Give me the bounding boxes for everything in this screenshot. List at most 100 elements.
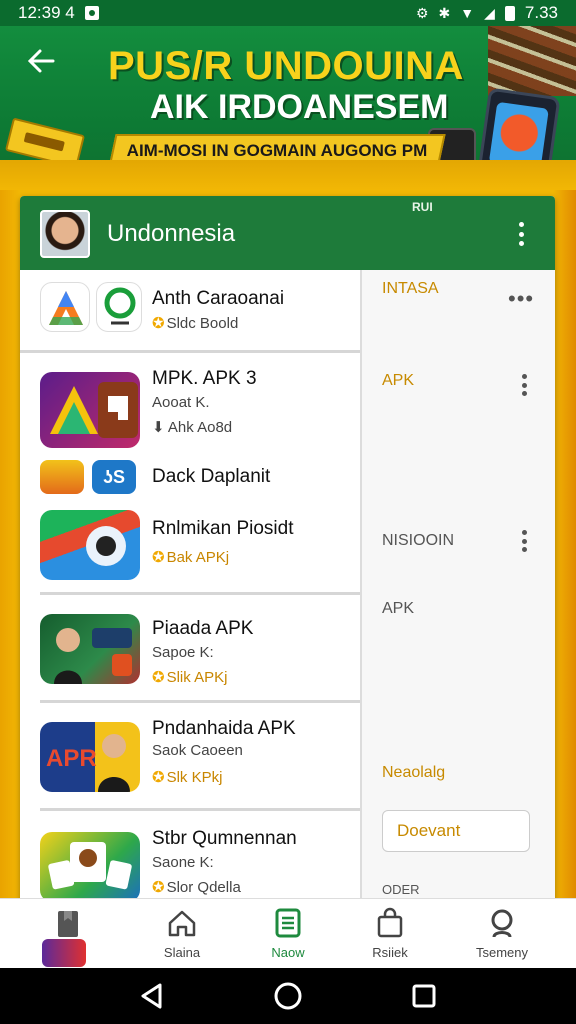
decor-strip [553, 190, 576, 900]
list-item[interactable]: APR Pndanhaida APK Saok Caoeen ✪ Slk KPkj [20, 704, 360, 808]
bookmark-icon [58, 911, 78, 937]
notification-icon [84, 6, 99, 20]
system-navigation-bar [0, 968, 576, 1024]
system-home-button[interactable] [272, 980, 304, 1012]
divider [40, 592, 360, 595]
wifi-icon: ▼ [460, 5, 475, 21]
nav-item-account[interactable]: Tsemeny [452, 899, 552, 969]
arrow-left-icon [27, 49, 55, 73]
nav-item-shop[interactable]: Rsiiek [340, 899, 440, 969]
app-tag: ✪ Slk KPkj [152, 769, 223, 786]
books-image [488, 26, 576, 96]
divider [40, 808, 360, 811]
more-options-button[interactable] [516, 372, 532, 398]
banner-subtitle: AIK IRDOANESEM [150, 88, 449, 126]
download-icon: ⬇ [152, 419, 168, 436]
decor-strip [0, 190, 20, 900]
list-item[interactable]: Stbr Qumnennan Saone K: ✪ Slor Qdella [20, 812, 360, 912]
card-title: Undonnesia [107, 220, 236, 247]
app-tag: ✪ Bak APKj [152, 549, 230, 566]
nav-label: Naow [271, 945, 305, 960]
list-item[interactable]: MPK. APK 3 Aooat K. ⬇ Ahk Ao8d [20, 358, 360, 458]
nav-label: Rsiiek [372, 945, 408, 960]
app-name: Pndanhaida APK [152, 718, 296, 739]
side-label: APK [382, 600, 415, 617]
divider [40, 700, 360, 703]
triangle-back-icon [141, 983, 162, 1009]
star-icon: ✪ [152, 669, 165, 686]
app-meta: Aooat K. [152, 394, 210, 411]
side-panel: INTASA ••• APK NISIOOIN APK Neaolalg ODE… [360, 270, 555, 956]
bottom-navigation: Slaina Naow Rsiiek Tsemeny [0, 898, 576, 968]
app-icon [40, 282, 90, 332]
app-name: Stbr Qumnennan [152, 828, 297, 849]
more-options-button[interactable] [516, 528, 532, 554]
back-button[interactable] [26, 46, 60, 80]
nav-item-home[interactable]: Slaina [132, 899, 232, 969]
system-back-button[interactable] [136, 980, 168, 1012]
bag-icon [377, 907, 403, 938]
list-item[interactable]: Piaada APK Sapoe K: ✪ Slik APKj [20, 596, 360, 700]
side-label: Neaolalg [382, 764, 446, 781]
app-meta: Sapoe K: [152, 644, 214, 661]
side-input[interactable] [382, 810, 530, 852]
app-meta: Saok Caoeen [152, 742, 243, 759]
app-list-card: Undonnesia RUI Anth Caraoanai ✪ Sldc Bool… [20, 196, 555, 956]
star-icon: ✪ [152, 549, 165, 566]
side-label: INTASA [382, 280, 439, 297]
app-icon: ʖS [92, 460, 136, 494]
side-label: APK [382, 372, 415, 389]
nav-item-now[interactable]: Naow [238, 899, 338, 969]
app-tag: ✪ Slor Qdella [152, 879, 241, 896]
document-icon [275, 908, 301, 938]
app-name: Piaada APK [152, 618, 254, 639]
square-recents-icon [412, 984, 436, 1008]
signal-icon: ◢ [484, 4, 495, 21]
banner-edge [0, 160, 576, 190]
search-icon [491, 909, 513, 938]
more-options-icon[interactable]: ••• [508, 286, 534, 312]
side-label: ODER [382, 882, 420, 897]
app-icon [40, 614, 140, 684]
app-tag: ⬇ Ahk Ao8d [152, 419, 233, 436]
card-header: Undonnesia RUI [20, 196, 555, 270]
app-tag: ✪ Sldc Boold [152, 315, 239, 332]
app-name: MPK. APK 3 [152, 368, 257, 389]
nav-item-bookmarks[interactable] [18, 899, 118, 969]
circle-home-icon [274, 982, 302, 1010]
app-meta: Saone K: [152, 854, 214, 871]
list-item[interactable]: Rnlmikan Piosidt ✪ Bak APKj [20, 504, 360, 592]
more-options-button[interactable] [508, 220, 534, 248]
app-icon [96, 282, 142, 332]
status-bar: 12:39 4 ⚙ ✱ ▼ ◢ 7.33 [0, 0, 576, 26]
app-list: Anth Caraoanai ✪ Sldc Boold MPK. APK 3 Ao… [20, 270, 360, 956]
app-icon: APR [40, 722, 140, 792]
list-item[interactable]: ʖS Dack Daplanit [20, 458, 360, 504]
divider [20, 350, 360, 353]
nav-label: Tsemeny [475, 945, 529, 960]
svg-text:APR: APR [46, 745, 97, 772]
system-recents-button[interactable] [408, 980, 440, 1012]
app-icon [40, 832, 140, 902]
app-icon [40, 510, 140, 580]
star-icon: ✪ [152, 769, 165, 786]
app-icon [40, 372, 140, 448]
app-icon [40, 460, 84, 494]
star-icon: ✪ [152, 315, 165, 332]
avatar[interactable] [40, 210, 90, 258]
status-time: 12:39 4 [18, 3, 75, 22]
app-badge-icon [42, 939, 86, 967]
settings-icon: ⚙ [415, 4, 429, 21]
banner-title: PUS/R UNDOUINA [108, 44, 464, 88]
app-name: Anth Caraoanai [152, 288, 285, 309]
list-item[interactable]: Anth Caraoanai ✪ Sldc Boold [20, 270, 360, 350]
header-badge: RUI [412, 200, 433, 214]
app-name: Dack Daplanit [152, 466, 271, 487]
home-icon [168, 910, 196, 937]
battery-icon [504, 5, 515, 21]
app-tag: ✪ Slik APKj [152, 669, 228, 686]
bluetooth-icon: ✱ [438, 4, 451, 21]
app-name: Rnlmikan Piosidt [152, 518, 294, 539]
side-label: NISIOOIN [382, 532, 455, 549]
status-battery: 7.33 [524, 3, 558, 22]
